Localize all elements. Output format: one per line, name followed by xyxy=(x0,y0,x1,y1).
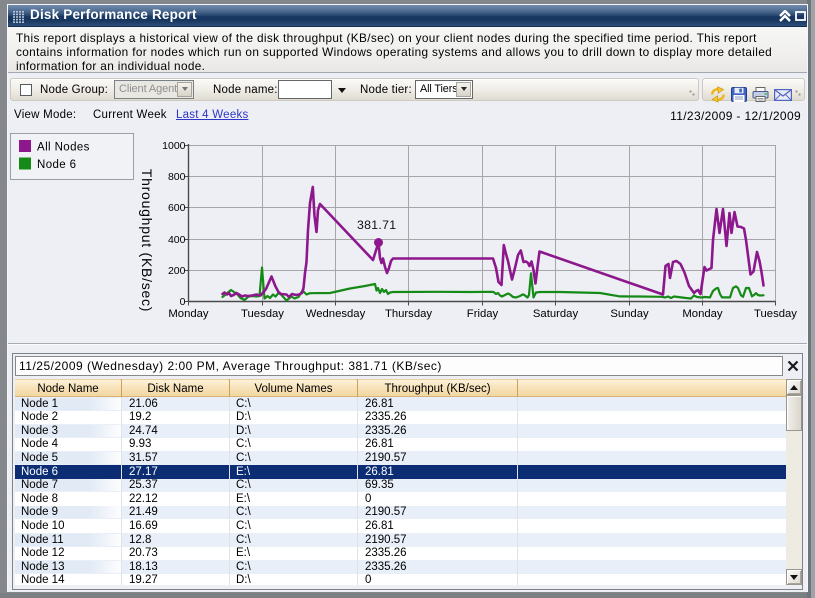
svg-text:Monday: Monday xyxy=(168,308,209,320)
svg-text:0: 0 xyxy=(180,296,186,308)
svg-text:All Nodes: All Nodes xyxy=(37,142,90,154)
svg-text:Throughput (KB/sec): Throughput (KB/sec) xyxy=(139,169,155,312)
svg-text:1000: 1000 xyxy=(162,140,186,152)
svg-text:400: 400 xyxy=(168,234,186,246)
svg-text:600: 600 xyxy=(168,202,186,214)
svg-text:200: 200 xyxy=(168,265,186,277)
svg-text:Saturday: Saturday xyxy=(533,308,579,320)
svg-text:Wednesday: Wednesday xyxy=(306,308,366,320)
svg-text:Tuesday: Tuesday xyxy=(754,308,797,320)
svg-text:381.71: 381.71 xyxy=(357,218,396,232)
svg-text:Node 6: Node 6 xyxy=(37,159,76,171)
svg-text:Sunday: Sunday xyxy=(610,308,649,320)
svg-text:Thursday: Thursday xyxy=(385,308,432,320)
svg-text:Monday: Monday xyxy=(682,308,723,320)
svg-text:800: 800 xyxy=(168,171,186,183)
svg-text:Tuesday: Tuesday xyxy=(241,308,284,320)
svg-text:Friday: Friday xyxy=(467,308,499,320)
